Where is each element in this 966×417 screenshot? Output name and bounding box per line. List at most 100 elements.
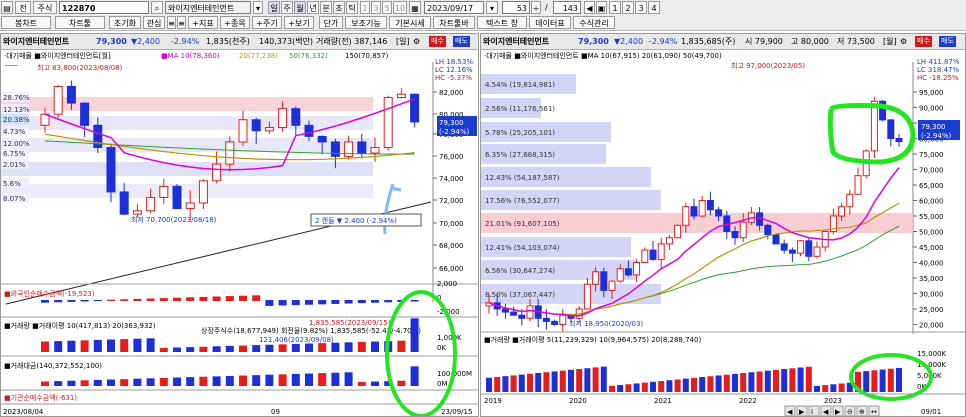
left-volume-bar xyxy=(54,341,63,352)
chart-toolbar-button[interactable]: 차트툴바 xyxy=(433,16,475,29)
right-profile-label: 12.41% (54,103,074) xyxy=(485,244,560,252)
prev-icon[interactable]: ◀ xyxy=(584,1,595,14)
right-candle xyxy=(788,249,796,254)
data-table-button[interactable]: 데이터표 xyxy=(529,16,571,29)
right-volume-bar xyxy=(699,377,706,392)
indicator-button[interactable]: +지표 xyxy=(188,16,218,29)
left-y-tick-label: 66,000 xyxy=(439,265,464,273)
num-5[interactable]: 5 xyxy=(382,1,392,14)
left-candle xyxy=(251,119,261,132)
left-arrow-line: ─── xyxy=(4,62,18,70)
left-foreign-bar xyxy=(67,300,76,302)
left-foreign-bar xyxy=(199,296,208,301)
left-chart-canvas[interactable]: ·대기매물 ■와이지엔터테인먼트[월] ■MA 10(78,360) 20(77,2… xyxy=(1,34,479,417)
right-legend: ·대기매물 ■와이지엔터테인먼트 ■MA 10(67,915) 20(61,09… xyxy=(484,51,722,60)
page-2[interactable]: 2 xyxy=(622,1,634,14)
left-amount-bar xyxy=(265,374,274,386)
text-window-button[interactable]: 텍스트 창 xyxy=(477,16,527,29)
right-y-tick-label: 90,000 xyxy=(919,105,944,113)
left-y-tick-label: 72,000 xyxy=(439,197,464,205)
left-candle xyxy=(106,147,116,193)
right-volume-bar xyxy=(764,370,771,392)
count-input[interactable]: 53 xyxy=(502,1,530,14)
period-tick[interactable]: 틱 xyxy=(346,1,358,14)
left-candle xyxy=(66,85,76,104)
period-year[interactable]: 년 xyxy=(307,1,319,14)
right-volume-bar xyxy=(822,385,829,392)
period-second[interactable]: 초 xyxy=(333,1,345,14)
candle-chart-button[interactable]: 봉차트 xyxy=(1,16,51,29)
count-stepper[interactable]: ÷ xyxy=(531,1,541,14)
period-button[interactable]: +주기 xyxy=(252,16,282,29)
page-3[interactable]: 3 xyxy=(635,1,647,14)
right-candle xyxy=(772,234,780,245)
left-volume-bar xyxy=(120,339,129,352)
basic-quote-button[interactable]: 기본시세 xyxy=(389,16,431,29)
symbol-button[interactable]: +종목 xyxy=(220,16,250,29)
left-hc: HC -5.37% xyxy=(435,74,472,82)
left-low-label: 최저 70,700(2023/08/18) xyxy=(131,215,217,224)
left-foreign-bar xyxy=(239,295,247,301)
right-candle xyxy=(682,206,690,226)
right-candle xyxy=(797,240,805,254)
date-input[interactable]: 2023/09/17 xyxy=(424,1,484,14)
formula-manage-button[interactable]: 수식관리 xyxy=(573,16,615,29)
right-chart-canvas[interactable]: ·대기매물 ■와이지엔터테인먼트 ■MA 10(67,915) 20(61,09… xyxy=(481,34,966,417)
left-amount-bar xyxy=(410,366,419,386)
num-10[interactable]: 10 xyxy=(393,1,407,14)
left-volume-bar xyxy=(410,318,419,352)
unit-price-button[interactable]: 단가 xyxy=(319,16,343,29)
menu-list-icon[interactable]: ≡ xyxy=(167,16,176,29)
left-amount-bar xyxy=(278,374,287,386)
period-month[interactable]: 월 xyxy=(294,1,306,14)
left-pct-label: 6.75% xyxy=(3,150,26,158)
reset-button[interactable]: 초기화 xyxy=(109,16,141,29)
left-volume-bar xyxy=(252,345,261,352)
zoom-icon[interactable]: ▣ xyxy=(596,1,607,14)
right-y-tick-label: 75,000 xyxy=(919,151,944,159)
period-day[interactable]: 일 xyxy=(268,1,280,14)
num-3[interactable]: 3 xyxy=(371,1,381,14)
stock-code-input[interactable]: 122870 xyxy=(59,1,149,14)
num-1[interactable]: 1 xyxy=(360,1,370,14)
left-volume-bar xyxy=(107,339,115,352)
stock-type-select[interactable]: 주식 xyxy=(33,1,57,14)
period-week[interactable]: 주 xyxy=(281,1,293,14)
left-volume-bar xyxy=(199,346,208,352)
right-candle xyxy=(510,311,518,316)
page-1[interactable]: 1 xyxy=(609,1,621,14)
view-button[interactable]: +보기 xyxy=(284,16,314,29)
right-volume-bar xyxy=(887,368,894,392)
menu-icon[interactable]: ▤ xyxy=(1,1,13,14)
right-candle xyxy=(895,138,903,143)
left-candle xyxy=(80,102,90,126)
name-dropdown-icon[interactable]: ▾ xyxy=(253,1,263,14)
left-pct-label: 12.13% xyxy=(3,106,30,114)
right-profile-label: 6.56% (30,647,274) xyxy=(485,267,555,275)
left-volume-bar xyxy=(146,338,155,352)
right-candle xyxy=(854,175,862,195)
left-foreign-bar xyxy=(410,300,419,302)
left-foreign-bar xyxy=(186,297,195,301)
left-candle xyxy=(119,191,129,215)
left-candle xyxy=(185,202,195,210)
period-minute[interactable]: 분 xyxy=(320,1,332,14)
calendar-icon[interactable]: ▾ xyxy=(486,1,498,14)
chart-tool-button[interactable]: 차트툴 xyxy=(55,16,105,29)
total-count-field: 143 xyxy=(553,1,581,14)
left-amount-bar xyxy=(212,376,221,386)
left-amount-bar xyxy=(239,375,247,386)
menu-list-icon-2[interactable]: ≡ xyxy=(177,16,186,29)
search-icon[interactable]: ⌕ xyxy=(151,1,163,14)
page-4[interactable]: 4 xyxy=(648,1,660,14)
left-candle xyxy=(132,210,142,215)
right-y-tick-label: 70,000 xyxy=(919,167,944,175)
left-foreign-bar xyxy=(344,300,353,304)
left-tooltip-text: 2 캔들 ▼ 2.400 (-2.94%) xyxy=(315,216,397,225)
grid-icon[interactable]: ▦ xyxy=(409,1,421,14)
jeon-button[interactable]: 전 xyxy=(15,1,31,14)
aux-function-button[interactable]: 보조기능 xyxy=(345,16,387,29)
right-profile-label: 17.56% (76,552,077) xyxy=(485,197,560,205)
right-candle xyxy=(665,237,673,245)
watchlist-button[interactable]: 관심 xyxy=(143,16,165,29)
